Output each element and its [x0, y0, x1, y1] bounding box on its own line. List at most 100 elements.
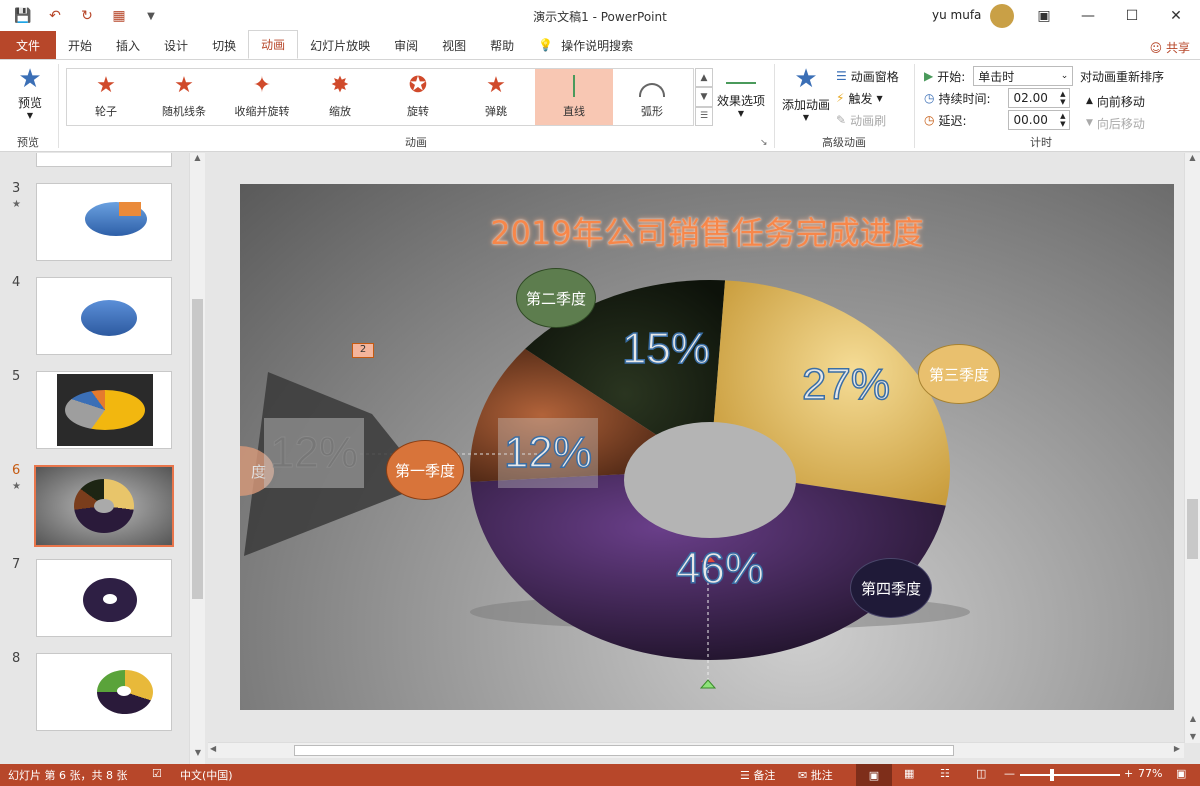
anim-label: 缩放: [329, 105, 351, 118]
zoom-in-icon[interactable]: +: [1124, 767, 1133, 780]
comment-icon: ✉: [798, 769, 808, 782]
add-animation-button[interactable]: ★ 添加动画 ▼: [780, 66, 832, 122]
user-name[interactable]: yu mufa: [932, 8, 981, 22]
zoom-slider-thumb[interactable]: [1050, 769, 1054, 781]
maximize-icon[interactable]: ☐: [1110, 4, 1154, 28]
percent-box-q4[interactable]: 46%: [670, 534, 770, 604]
percent-box-q2[interactable]: 15%: [616, 314, 716, 384]
start-select[interactable]: 单击时 ⌄: [973, 66, 1074, 86]
divider: [58, 64, 59, 148]
ribbon-display-icon[interactable]: ▣: [1022, 4, 1066, 28]
scroll-thumb[interactable]: [294, 745, 954, 756]
path-end-marker-icon[interactable]: [699, 679, 717, 689]
normal-view-icon[interactable]: ▣: [856, 764, 892, 786]
tab-transitions[interactable]: 切换: [200, 31, 248, 59]
anim-bounce[interactable]: ★ 弹跳: [457, 69, 535, 125]
thumbnail-scrollbar[interactable]: ▲ ▼: [189, 153, 205, 764]
tab-view[interactable]: 视图: [430, 31, 478, 59]
anim-wheel[interactable]: ★ 轮子: [67, 69, 145, 125]
divider: [774, 64, 775, 148]
zoom-slider[interactable]: [1020, 774, 1120, 776]
thumbnail-slide-7[interactable]: [36, 559, 172, 637]
canvas-horizontal-scrollbar[interactable]: ◀ ▶: [208, 742, 1184, 758]
thumb-partial[interactable]: [36, 153, 172, 167]
scroll-up-icon[interactable]: ▲: [1185, 153, 1200, 169]
thumbnail-slide-4[interactable]: [36, 277, 172, 355]
person-icon: ☺: [1149, 41, 1163, 55]
slide-6[interactable]: 2019年公司销售任务完成进度 度 12% 2 1 第一季度 第二季度 第三季度…: [240, 184, 1174, 710]
ribbon-animations: ★ 预览 ▼ 预览 ★ 轮子 ★ 随机线条 ✦ 收缩并旋转 ✸ 缩放 ✪ 旋转 ★ 弹跳 直…: [0, 60, 1200, 152]
zoom-level[interactable]: 77%: [1138, 767, 1162, 780]
move-earlier-label: 向前移动: [1096, 94, 1145, 109]
tell-me-search[interactable]: 💡 操作说明搜索: [526, 31, 645, 59]
tab-review[interactable]: 审阅: [382, 31, 430, 59]
anim-label: 弧形: [641, 105, 663, 118]
preview-button[interactable]: ★ 预览 ▼: [8, 66, 52, 126]
minimize-icon[interactable]: —: [1066, 4, 1110, 28]
anim-line[interactable]: 直线: [535, 69, 613, 125]
callout-q1-label: 第一季度: [394, 461, 455, 480]
ghost-percent-box[interactable]: 12%: [264, 418, 364, 488]
trigger-button[interactable]: ⚡ 触发 ▼: [836, 88, 899, 108]
animation-painter-button[interactable]: ✎ 动画刷: [836, 110, 899, 130]
anim-shrink-turn[interactable]: ✦ 收缩并旋转: [223, 69, 301, 125]
tab-design[interactable]: 设计: [152, 31, 200, 59]
arrow-down-icon: ▼: [1086, 118, 1093, 128]
dialog-launcher-icon[interactable]: ↘: [760, 138, 768, 148]
slide-sorter-icon[interactable]: ▦: [904, 767, 914, 780]
callout-q4[interactable]: 第四季度: [850, 558, 932, 618]
tab-home[interactable]: 开始: [56, 31, 104, 59]
prev-slide-icon[interactable]: ▲: [1185, 714, 1200, 723]
thumb-number: 8: [12, 651, 21, 666]
zoom-out-icon[interactable]: —: [1004, 767, 1015, 780]
tab-help[interactable]: 帮助: [478, 31, 526, 59]
percent-box-q3[interactable]: 27%: [796, 350, 896, 420]
animation-pane-button[interactable]: ☰ 动画窗格: [836, 66, 899, 86]
language-indicator[interactable]: 中文(中国): [180, 767, 233, 783]
scroll-up-icon[interactable]: ▲: [190, 153, 205, 169]
tab-animations[interactable]: 动画: [248, 30, 299, 59]
move-later-button[interactable]: ▼ 向后移动: [1080, 113, 1164, 133]
duration-stepper[interactable]: 02.00 ▲ ▼: [1008, 88, 1071, 108]
delay-stepper[interactable]: 00.00 ▲ ▼: [1008, 110, 1071, 130]
tab-insert[interactable]: 插入: [104, 31, 152, 59]
spellcheck-icon[interactable]: ☑: [152, 767, 162, 780]
scroll-down-icon[interactable]: ▼: [190, 748, 206, 764]
slideshow-icon[interactable]: ◫: [976, 767, 986, 780]
fit-to-window-icon[interactable]: ▣: [1176, 767, 1186, 780]
scroll-right-icon[interactable]: ▶: [1174, 744, 1180, 753]
spin-icon: ✪: [408, 73, 428, 98]
thumbnail-slide-5[interactable]: [36, 371, 172, 449]
anim-spin[interactable]: ✪ 旋转: [379, 69, 457, 125]
percent-box-q1[interactable]: 12%: [498, 418, 598, 488]
scroll-thumb[interactable]: [1187, 499, 1198, 559]
comments-button[interactable]: ✉ 批注: [798, 767, 833, 783]
callout-q1[interactable]: 第一季度: [386, 440, 464, 500]
reading-view-icon[interactable]: ☷: [940, 767, 950, 780]
ribbon-tabs: 文件 开始 插入 设计 切换 动画 幻灯片放映 审阅 视图 帮助 💡 操作说明搜索: [0, 30, 1200, 60]
anim-random-bars[interactable]: ★ 随机线条: [145, 69, 223, 125]
tab-file[interactable]: 文件: [0, 31, 57, 59]
gallery-more-icon[interactable]: ☰: [695, 106, 713, 126]
avatar[interactable]: [990, 4, 1014, 28]
gallery-down-icon[interactable]: ▼: [695, 87, 713, 107]
thumbnail-slide-3[interactable]: [36, 183, 172, 261]
share-button[interactable]: ☺ 共享: [1150, 39, 1190, 56]
effect-options-button[interactable]: 效果选项 ▼: [716, 70, 766, 118]
scroll-thumb[interactable]: [192, 299, 203, 599]
tab-slideshow[interactable]: 幻灯片放映: [298, 31, 382, 59]
callout-q3[interactable]: 第三季度: [918, 344, 1000, 404]
move-earlier-button[interactable]: ▲ 向前移动: [1080, 91, 1164, 111]
notes-button[interactable]: ☰ 备注: [740, 767, 775, 783]
animation-tag[interactable]: 2: [352, 343, 374, 358]
callout-q2[interactable]: 第二季度: [516, 268, 596, 328]
close-icon[interactable]: ✕: [1154, 4, 1198, 28]
canvas-vertical-scrollbar[interactable]: ▲ ▲ ▼: [1184, 153, 1200, 743]
thumbnail-slide-8[interactable]: [36, 653, 172, 731]
scroll-left-icon[interactable]: ◀: [210, 744, 216, 753]
thumbnail-slide-6[interactable]: [34, 465, 174, 547]
anim-zoom[interactable]: ✸ 缩放: [301, 69, 379, 125]
next-slide-icon[interactable]: ▼: [1185, 732, 1200, 741]
gallery-up-icon[interactable]: ▲: [695, 68, 713, 88]
anim-arc[interactable]: 弧形: [613, 69, 691, 125]
